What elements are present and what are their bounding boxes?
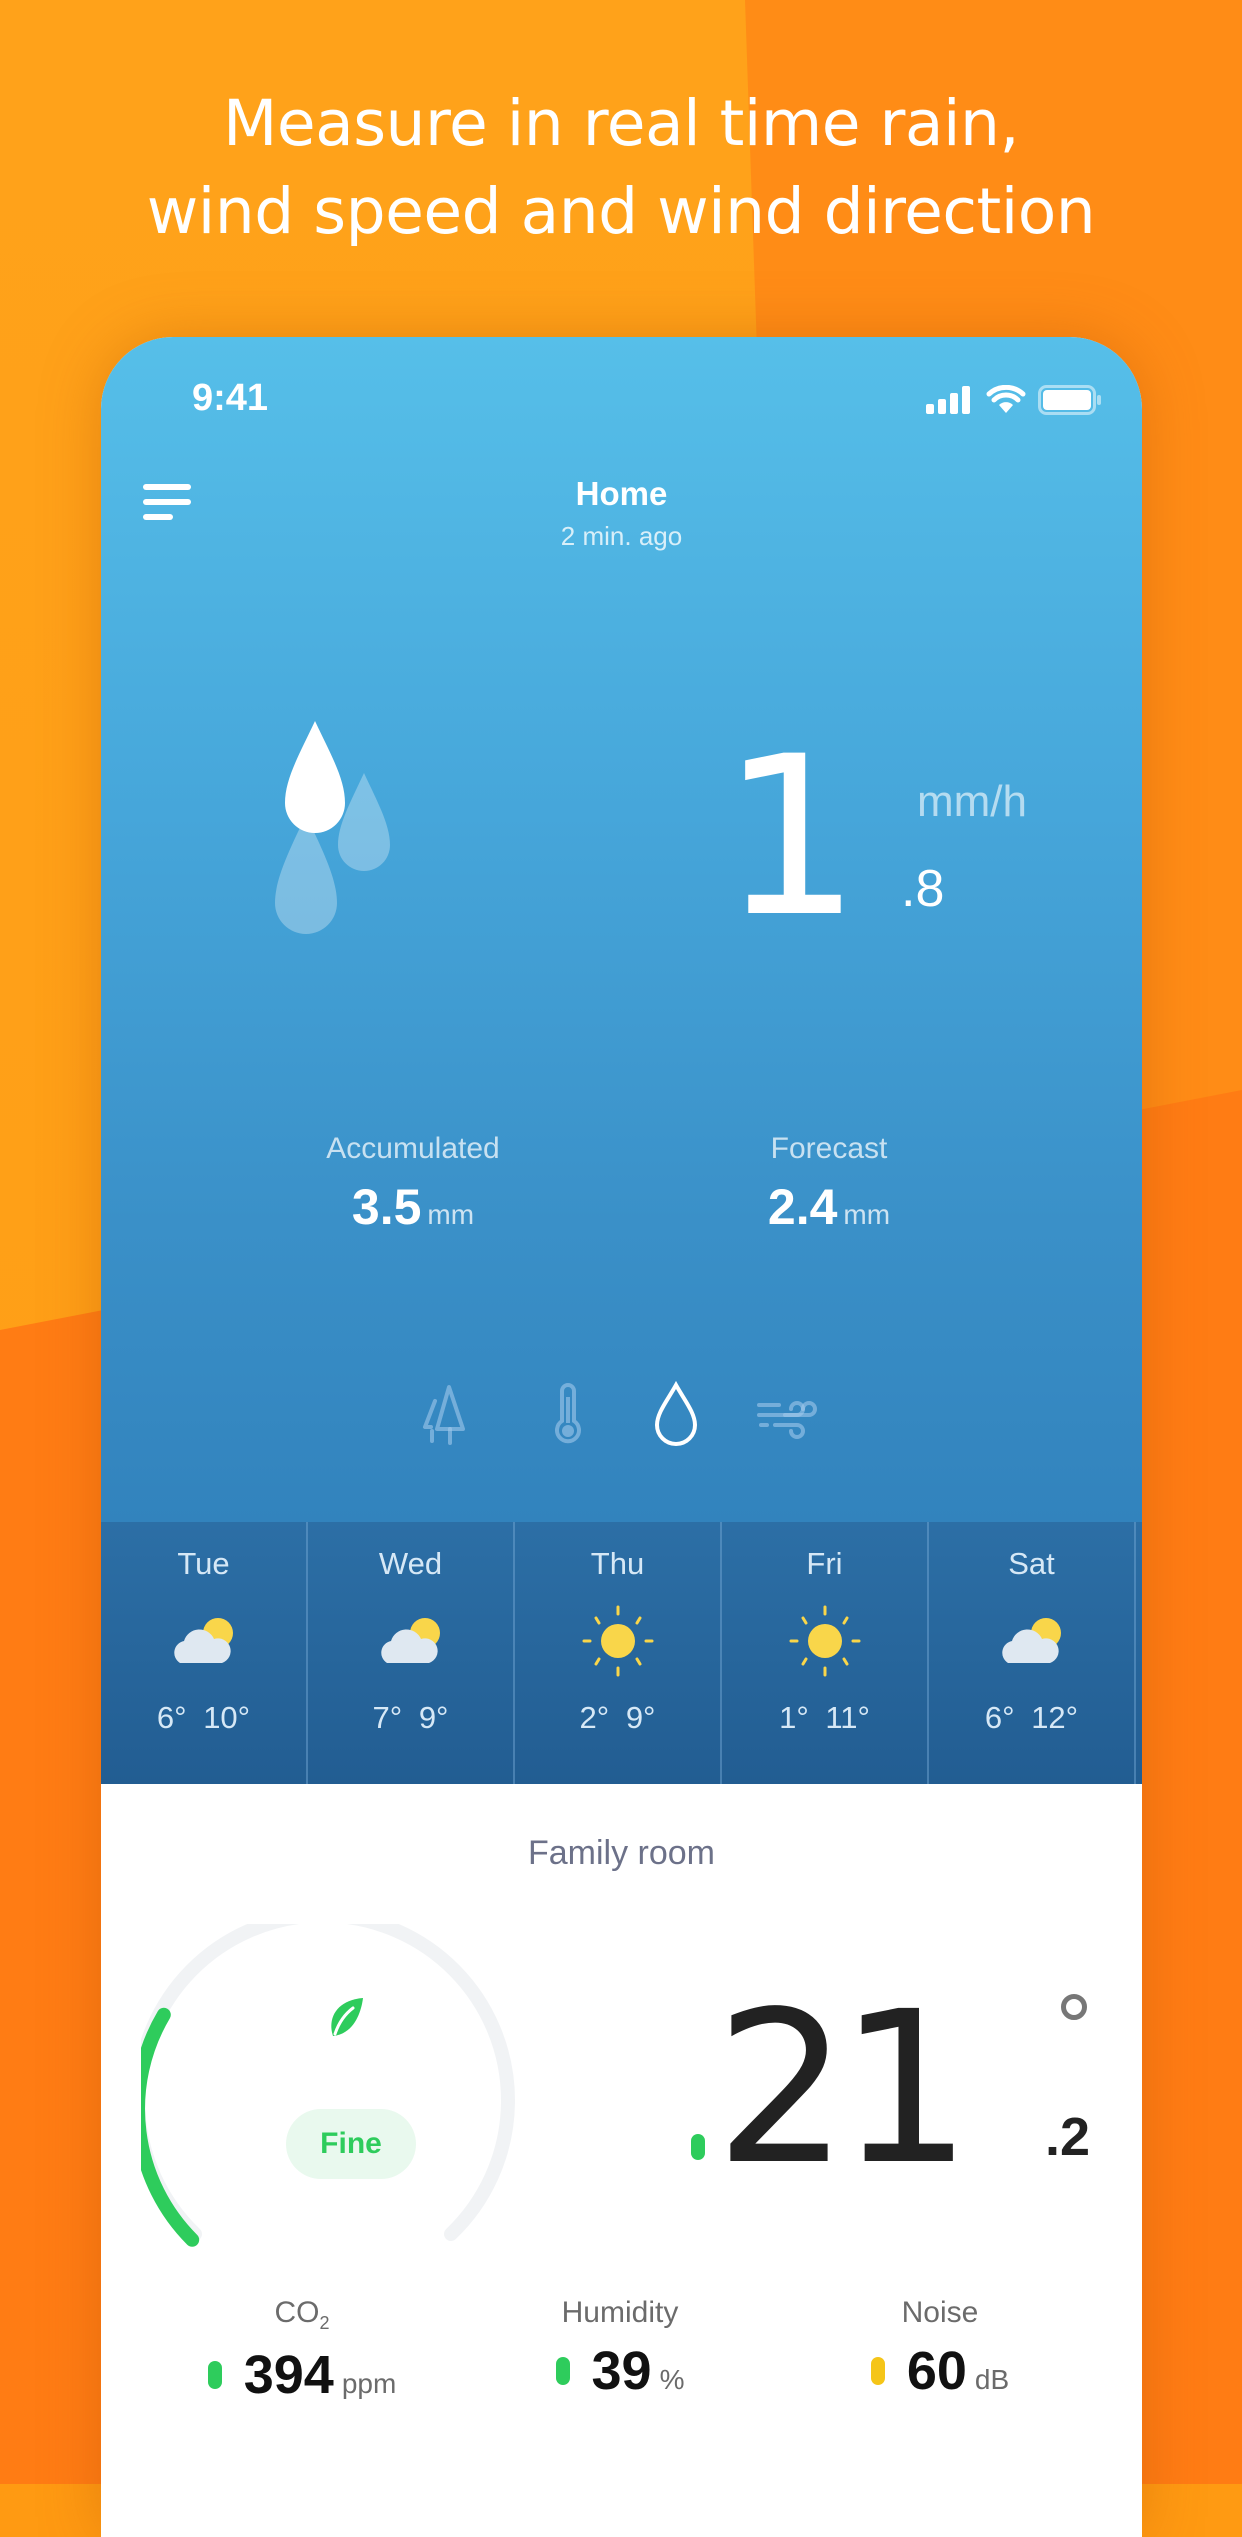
forecast-label: Forecast	[770, 1132, 888, 1165]
metric-value: 394	[243, 2345, 334, 2405]
marketing-headline: Measure in real time rain, wind speed an…	[0, 80, 1242, 256]
metric-label: Humidity	[561, 2296, 679, 2329]
forecast-stat: Forecast 2.4 mm	[669, 1132, 989, 1236]
forecast-day-name: Fri	[806, 1546, 843, 1581]
forecast-day-name: Sat	[1008, 1546, 1055, 1581]
forecast-temps: 1° 11°	[722, 1700, 927, 1736]
air-quality-status-badge: Fine	[286, 2109, 416, 2179]
temperature-integer: 21	[715, 1966, 972, 2211]
rain-rate-decimal: .8	[901, 860, 945, 918]
forecast-high: 9°	[418, 1700, 449, 1735]
headline-line-1: Measure in real time rain,	[223, 87, 1019, 160]
temperature-status-indicator	[691, 2134, 705, 2160]
metric-status-indicator	[555, 2357, 570, 2385]
wifi-icon	[986, 385, 1026, 413]
metric-co[interactable]: CO2 394 ppm	[152, 2296, 452, 2406]
metric-unit: ppm	[341, 2368, 397, 2399]
rain-rate-integer: 1	[721, 709, 861, 965]
signal-icon	[926, 386, 970, 414]
accumulated-stat: Accumulated 3.5 mm	[253, 1132, 573, 1236]
metric-status-indicator	[870, 2357, 885, 2385]
partly-cloudy-icon	[101, 1596, 306, 1686]
accumulated-unit: mm	[427, 1199, 475, 1230]
forecast-low: 2°	[579, 1700, 610, 1735]
rain-hero-panel: 9:41 Home 2 min. ago 1 mm/h .8 Accumulat…	[101, 337, 1142, 1522]
forecast-day[interactable]: Fri 1° 11°	[722, 1522, 929, 1784]
rain-rate-unit: mm/h	[917, 777, 1027, 826]
forecast-high: 9°	[625, 1700, 656, 1735]
metric-unit: dB	[974, 2364, 1010, 2395]
forecast-low: 7°	[372, 1700, 403, 1735]
metric-label: Noise	[901, 2296, 979, 2329]
sunny-icon	[722, 1596, 927, 1686]
battery-icon	[1038, 385, 1101, 415]
forecast-day[interactable]: Thu 2° 9°	[515, 1522, 722, 1784]
sunny-icon	[515, 1596, 720, 1686]
status-bar: 9:41	[101, 337, 1142, 427]
forecast-temps: 7° 9°	[308, 1700, 513, 1736]
forecast-value: 2.4	[767, 1179, 838, 1235]
forecast-high: 10°	[203, 1700, 251, 1735]
metric-value: 39	[591, 2341, 652, 2401]
status-icons	[926, 385, 1102, 415]
forecast-temps: 6° 10°	[101, 1700, 306, 1736]
forecast-day[interactable]: Sat 6° 12°	[929, 1522, 1136, 1784]
leaf-icon	[331, 1998, 363, 2036]
indoor-module-card: Family room Fine 21 .2	[101, 1784, 1142, 2537]
metric-humidity[interactable]: Humidity 39%	[470, 2296, 770, 2402]
forecast-temps: 6° 12°	[929, 1700, 1134, 1736]
accumulated-value: 3.5	[351, 1179, 422, 1235]
forecast-temps: 2° 9°	[515, 1700, 720, 1736]
degree-symbol-icon	[1061, 1994, 1087, 2020]
wind-icon[interactable]	[753, 1379, 823, 1449]
metric-noise[interactable]: Noise 60 dB	[790, 2296, 1090, 2402]
thermometer-icon[interactable]	[533, 1379, 603, 1449]
forecast-low: 6°	[156, 1700, 187, 1735]
forecast-day-name: Wed	[378, 1546, 443, 1581]
metric-label: CO2	[274, 2296, 330, 2333]
metric-value: 60	[906, 2341, 967, 2401]
forecast-day[interactable]: Wed 7° 9°	[308, 1522, 515, 1784]
forecast-day-name: Tue	[177, 1546, 230, 1581]
forecast-high: 11°	[825, 1700, 870, 1735]
phone-screen: 9:41 Home 2 min. ago 1 mm/h .8 Accumulat…	[101, 337, 1142, 2537]
partly-cloudy-icon	[308, 1596, 513, 1686]
station-title[interactable]: Home	[101, 475, 1142, 513]
gauge-fill	[141, 2007, 200, 2247]
last-updated: 2 min. ago	[560, 521, 683, 551]
forecast-unit: mm	[843, 1199, 891, 1230]
partly-cloudy-icon	[929, 1596, 1134, 1686]
room-title[interactable]: Family room	[101, 1834, 1142, 1873]
status-time: 9:41	[192, 377, 269, 419]
temperature-decimal: .2	[1045, 2107, 1091, 2167]
metric-unit: %	[659, 2364, 685, 2395]
rain-drops-icon	[275, 721, 390, 934]
daily-forecast-strip: Tue 6° 10° Wed 7° 9° Thu 2° 9° Fri 1° 11° Sat 6° …	[101, 1522, 1142, 1784]
metric-status-indicator	[207, 2361, 222, 2389]
accumulated-label: Accumulated	[326, 1132, 500, 1165]
forecast-low: 1°	[779, 1700, 809, 1735]
forecast-low: 6°	[984, 1700, 1015, 1735]
forecast-day-overflow[interactable]	[1136, 1522, 1142, 1784]
outdoor-trees-icon[interactable]	[421, 1379, 491, 1449]
gauge-track	[141, 1924, 515, 2241]
forecast-day[interactable]: Tue 6° 10°	[101, 1522, 308, 1784]
forecast-day-name: Thu	[590, 1546, 645, 1581]
mode-tabs	[101, 1379, 1142, 1449]
air-quality-gauge	[141, 1924, 515, 2247]
headline-line-2: wind speed and wind direction	[146, 175, 1096, 248]
raindrop-icon[interactable]	[641, 1379, 711, 1449]
forecast-high: 12°	[1031, 1700, 1079, 1735]
